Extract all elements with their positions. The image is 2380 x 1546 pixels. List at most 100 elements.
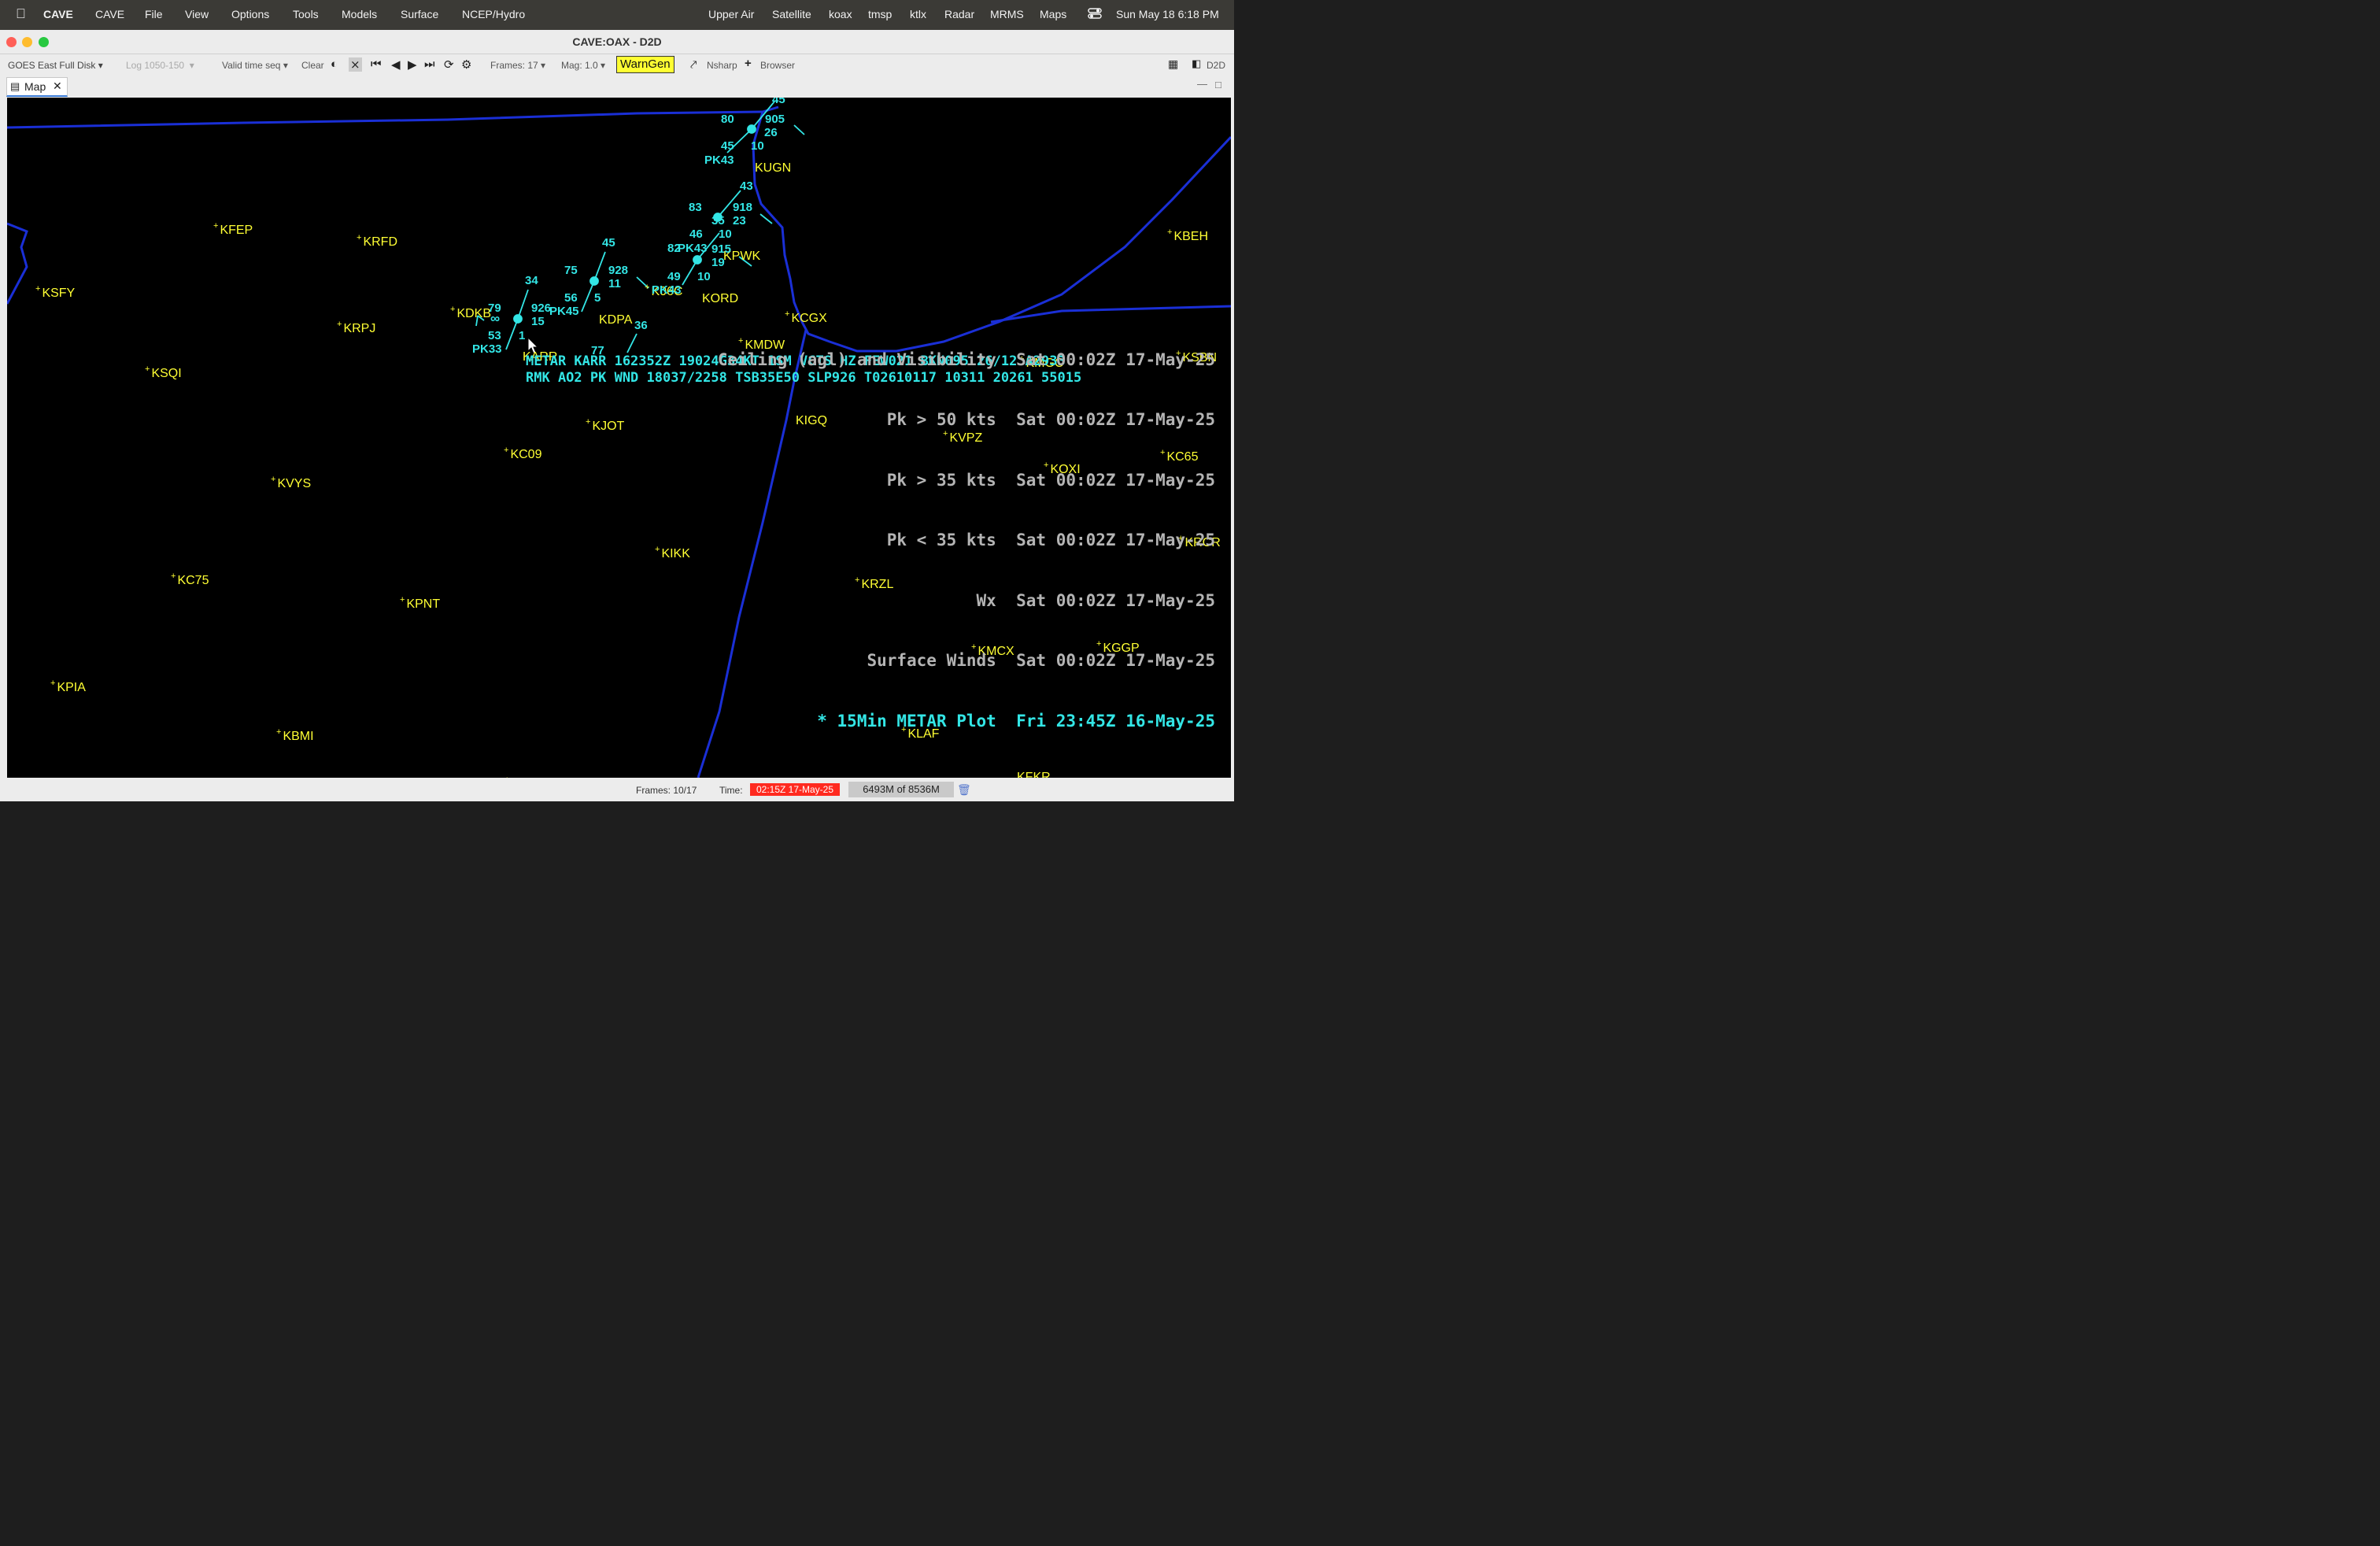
obs-value: 36 [634, 319, 648, 332]
station-kord[interactable]: KORD [702, 292, 738, 306]
map-legend: Ceiling (agl) and Visibility Sat 00:02Z … [718, 310, 1215, 772]
tab-close-icon[interactable]: ✕ [53, 80, 62, 93]
obs-value: 83 [689, 201, 702, 214]
gust-barb-dpa [581, 280, 595, 313]
settings-gear-icon[interactable]: ⚙ [461, 57, 471, 72]
menu-clock[interactable]: Sun May 18 6:18 PM [1116, 8, 1219, 20]
station-kpia[interactable]: + KPIA [50, 679, 86, 695]
menu-ncep-hydro[interactable]: NCEP/Hydro [462, 8, 525, 20]
menu-file[interactable]: File [145, 8, 163, 20]
legend-row-active[interactable]: * 15Min METAR Plot Fri 23:45Z 16-May-25 [718, 712, 1215, 732]
menu-koax[interactable]: koax [829, 8, 852, 20]
station-kfep[interactable]: + KFEP [213, 221, 253, 238]
frames-status: Frames: 10/17 [636, 785, 697, 796]
legend-row[interactable]: Ceiling (agl) and Visibility Sat 00:02Z … [718, 350, 1215, 371]
step-forward-icon[interactable]: ▶ [408, 57, 417, 72]
station-ksqi[interactable]: + KSQI [145, 364, 182, 381]
obs-value: 56 [564, 291, 578, 305]
obs-value: 15 [531, 315, 545, 328]
trash-icon[interactable]: 🗑 [957, 783, 971, 797]
menu-satellite[interactable]: Satellite [772, 8, 811, 20]
mag-label: Mag: 1.0 [561, 60, 598, 71]
minimize-view-icon[interactable]: — [1197, 78, 1207, 90]
obs-value: PK45 [549, 305, 579, 318]
obs-value: 75 [564, 264, 578, 277]
obs-value: 53 [488, 329, 501, 342]
tab-map[interactable]: ▤ Map ✕ [6, 77, 68, 97]
first-frame-icon[interactable]: ⏮ [371, 57, 382, 71]
menu-app-name[interactable]: CAVE [43, 8, 73, 20]
menu-models[interactable]: Models [342, 8, 377, 20]
menu-surface[interactable]: Surface [401, 8, 438, 20]
obs-value: 5 [594, 291, 601, 305]
legend-row[interactable]: Pk < 35 kts Sat 00:02Z 17-May-25 [718, 531, 1215, 551]
d2d-perspective-icon[interactable]: ◧ [1192, 57, 1201, 70]
station-kdpa[interactable]: KDPA [599, 313, 632, 327]
d2d-perspective-button[interactable]: D2D [1207, 60, 1225, 71]
mag-dropdown[interactable]: Mag: 1.0 ▾ [561, 60, 605, 71]
nsharp-icon[interactable]: ⤤ [690, 58, 697, 72]
obs-value: 926 [531, 301, 552, 315]
menu-maps[interactable]: Maps [1040, 8, 1066, 20]
fit-extent-icon[interactable]: ⨯ [349, 57, 362, 72]
menu-ktlx[interactable]: ktlx [910, 8, 926, 20]
obs-value: 46 [689, 227, 703, 241]
station-kdkb[interactable]: + KDKB [450, 305, 491, 321]
menu-bar:  CAVE CAVE File View Options Tools Mode… [0, 0, 1234, 30]
wind-tick-ugn [793, 124, 805, 135]
time-label: Time: [719, 785, 743, 796]
open-perspective-icon[interactable]: ▦ [1168, 57, 1178, 71]
station-kikk[interactable]: + KIKK [655, 545, 690, 561]
browser-button[interactable]: Browser [760, 60, 795, 71]
product-dropdown[interactable]: GOES East Full Disk ▾ [8, 60, 103, 71]
legend-row[interactable]: Surface Winds Sat 00:02Z 17-May-25 [718, 651, 1215, 671]
plus-icon[interactable]: + [745, 57, 752, 70]
menu-upper-air[interactable]: Upper Air [708, 8, 754, 20]
menu-tools[interactable]: Tools [293, 8, 319, 20]
menu-cave[interactable]: CAVE [95, 8, 124, 20]
menu-view[interactable]: View [185, 8, 209, 20]
time-mode-label: Valid time seq [222, 60, 281, 71]
menu-radar[interactable]: Radar [944, 8, 974, 20]
station-kbmi[interactable]: + KBMI [276, 727, 314, 744]
time-mode-dropdown[interactable]: Valid time seq ▾ [222, 60, 288, 71]
boundary-wi-il [7, 105, 779, 129]
obs-value: 80 [721, 113, 734, 126]
menu-tmsp[interactable]: tmsp [868, 8, 892, 20]
map-canvas[interactable]: + KFEP + KRFD + KSFY + KDKB + KRPJ + KSQI KARR… [7, 98, 1231, 778]
last-frame-icon[interactable]: ⏭ [424, 57, 435, 71]
station-kc09[interactable]: + KC09 [504, 446, 541, 462]
station-krpj[interactable]: + KRPJ [337, 320, 375, 336]
product-label: GOES East Full Disk [8, 60, 96, 71]
apple-icon[interactable]:  [16, 6, 26, 22]
scale-label: Log 1050-150 [126, 60, 185, 71]
station-kfkr[interactable]: KFKR [1017, 771, 1051, 778]
legend-row[interactable]: Pk > 35 kts Sat 00:02Z 17-May-25 [718, 471, 1215, 491]
station-kc75[interactable]: + KC75 [171, 571, 209, 588]
menu-options[interactable]: Options [231, 8, 269, 20]
legend-row[interactable]: Wx Sat 00:02Z 17-May-25 [718, 591, 1215, 612]
menu-mrms[interactable]: MRMS [990, 8, 1024, 20]
loop-icon[interactable]: ⟳ [444, 57, 454, 72]
warngen-button[interactable]: WarnGen [616, 56, 674, 73]
frames-dropdown[interactable]: Frames: 17 ▾ [490, 60, 545, 71]
maximize-view-icon[interactable]: □ [1215, 79, 1221, 91]
station-kugn[interactable]: KUGN [755, 161, 791, 176]
legend-row[interactable]: Pk > 50 kts Sat 00:02Z 17-May-25 [718, 410, 1215, 431]
scale-dropdown[interactable]: Log 1050-150 ▾ [126, 60, 194, 71]
obs-value: 49 [667, 270, 681, 283]
clear-button[interactable]: Clear [301, 60, 324, 71]
time-status-badge[interactable]: 02:15Z 17-May-25 [750, 783, 840, 796]
wind-barb-dpa [593, 251, 606, 282]
station-kbeh[interactable]: + KBEH [1167, 227, 1208, 244]
cave-window: CAVE:OAX - D2D GOES East Full Disk ▾ Log… [0, 30, 1234, 801]
contrast-icon[interactable]: ◐ [331, 57, 338, 71]
station-kvys[interactable]: + KVYS [271, 475, 311, 491]
nsharp-button[interactable]: Nsharp [707, 60, 737, 71]
station-krfd[interactable]: + KRFD [357, 233, 397, 250]
control-center-icon[interactable] [1088, 7, 1102, 22]
station-kjot[interactable]: + KJOT [586, 417, 624, 434]
step-back-icon[interactable]: ◀ [391, 57, 401, 72]
station-kpnt[interactable]: + KPNT [400, 595, 440, 612]
station-ksfy[interactable]: + KSFY [35, 284, 75, 301]
